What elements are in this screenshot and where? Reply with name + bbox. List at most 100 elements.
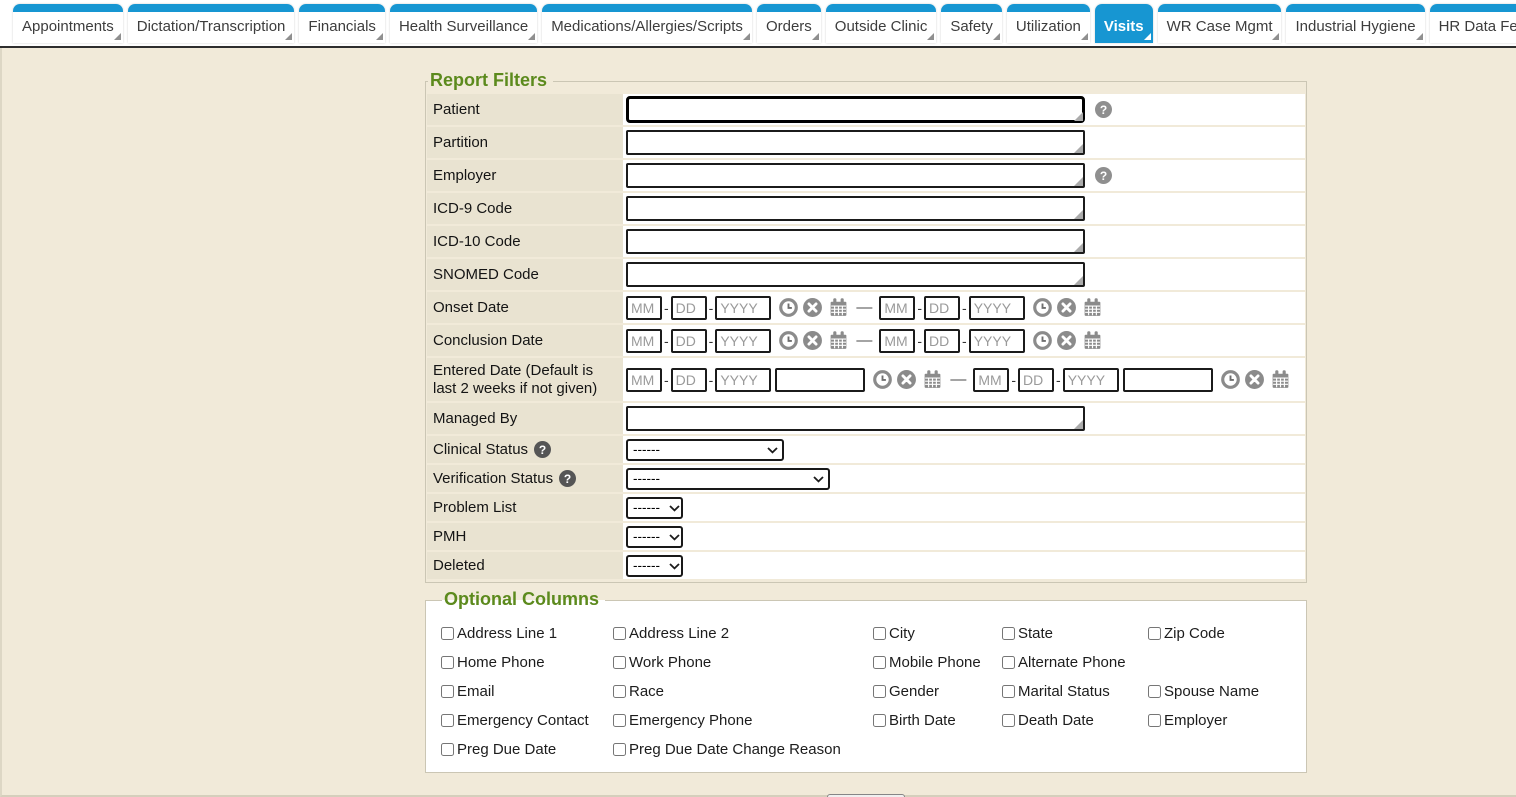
calendar-icon[interactable]	[922, 369, 943, 390]
checkbox-address-line-2[interactable]: Address Line 2	[613, 625, 873, 642]
entered-from-day-input[interactable]	[671, 368, 707, 392]
checkbox-city[interactable]: City	[873, 625, 1002, 642]
checkbox-marital-status[interactable]: Marital Status	[1002, 683, 1148, 700]
checkbox-emergency-phone[interactable]: Emergency Phone	[613, 712, 873, 729]
tab-appointments[interactable]: Appointments	[13, 4, 123, 43]
entered-to-day-input[interactable]	[1018, 368, 1054, 392]
onset-from-day-input[interactable]	[671, 296, 707, 320]
checkbox-input[interactable]	[613, 627, 626, 640]
calendar-icon[interactable]	[1082, 297, 1103, 318]
clear-icon[interactable]	[802, 330, 823, 351]
managed-by-input[interactable]	[626, 406, 1085, 431]
onset-from-month-input[interactable]	[626, 296, 662, 320]
checkbox-input[interactable]	[441, 743, 454, 756]
checkbox-race[interactable]: Race	[613, 683, 873, 700]
pmh-select[interactable]: ------	[626, 526, 683, 548]
entered-from-time-input[interactable]	[775, 368, 865, 392]
icd9-code-input[interactable]	[626, 196, 1085, 221]
checkbox-mobile-phone[interactable]: Mobile Phone	[873, 654, 1002, 671]
clock-icon[interactable]	[778, 297, 799, 318]
problem-list-select[interactable]: ------	[626, 497, 683, 519]
checkbox-preg-due-date[interactable]: Preg Due Date	[441, 741, 613, 758]
checkbox-state[interactable]: State	[1002, 625, 1148, 642]
entered-to-time-input[interactable]	[1123, 368, 1213, 392]
help-icon[interactable]: ?	[534, 441, 551, 458]
clear-icon[interactable]	[896, 369, 917, 390]
checkbox-input[interactable]	[441, 714, 454, 727]
clock-icon[interactable]	[1032, 297, 1053, 318]
checkbox-input[interactable]	[1148, 714, 1161, 727]
clear-icon[interactable]	[1056, 330, 1077, 351]
clear-icon[interactable]	[802, 297, 823, 318]
entered-from-month-input[interactable]	[626, 368, 662, 392]
checkbox-spouse-name[interactable]: Spouse Name	[1148, 683, 1306, 700]
tab-hr-data-feed[interactable]: HR Data Feed	[1430, 4, 1516, 43]
clock-icon[interactable]	[1220, 369, 1241, 390]
conclusion-from-day-input[interactable]	[671, 329, 707, 353]
calendar-icon[interactable]	[828, 330, 849, 351]
clock-icon[interactable]	[872, 369, 893, 390]
checkbox-input[interactable]	[441, 627, 454, 640]
checkbox-input[interactable]	[1148, 685, 1161, 698]
tab-financials[interactable]: Financials	[299, 4, 385, 43]
onset-to-day-input[interactable]	[924, 296, 960, 320]
checkbox-alternate-phone[interactable]: Alternate Phone	[1002, 654, 1148, 671]
checkbox-home-phone[interactable]: Home Phone	[441, 654, 613, 671]
conclusion-to-month-input[interactable]	[879, 329, 915, 353]
checkbox-gender[interactable]: Gender	[873, 683, 1002, 700]
onset-to-month-input[interactable]	[879, 296, 915, 320]
checkbox-preg-due-date-change-reason[interactable]: Preg Due Date Change Reason	[613, 741, 873, 758]
checkbox-input[interactable]	[441, 656, 454, 669]
calendar-icon[interactable]	[1270, 369, 1291, 390]
tab-safety[interactable]: Safety	[941, 4, 1002, 43]
clear-icon[interactable]	[1244, 369, 1265, 390]
help-icon[interactable]: ?	[1095, 101, 1112, 118]
tab-wr-case-mgmt[interactable]: WR Case Mgmt	[1158, 4, 1282, 43]
checkbox-input[interactable]	[873, 656, 886, 669]
tab-visits[interactable]: Visits	[1095, 4, 1153, 43]
checkbox-zip-code[interactable]: Zip Code	[1148, 625, 1306, 642]
entered-to-year-input[interactable]	[1063, 368, 1119, 392]
tab-industrial-hygiene[interactable]: Industrial Hygiene	[1286, 4, 1424, 43]
checkbox-input[interactable]	[1148, 627, 1161, 640]
patient-input[interactable]	[626, 96, 1085, 123]
entered-to-month-input[interactable]	[973, 368, 1009, 392]
checkbox-input[interactable]	[613, 714, 626, 727]
checkbox-input[interactable]	[613, 743, 626, 756]
partition-input[interactable]	[626, 130, 1085, 155]
employer-input[interactable]	[626, 163, 1085, 188]
checkbox-input[interactable]	[873, 714, 886, 727]
tab-dictation-transcription[interactable]: Dictation/Transcription	[128, 4, 295, 43]
tab-health-surveillance[interactable]: Health Surveillance	[390, 4, 537, 43]
checkbox-input[interactable]	[873, 685, 886, 698]
onset-to-year-input[interactable]	[969, 296, 1025, 320]
clock-icon[interactable]	[778, 330, 799, 351]
checkbox-emergency-contact[interactable]: Emergency Contact	[441, 712, 613, 729]
tab-medications-allergies-scripts[interactable]: Medications/Allergies/Scripts	[542, 4, 752, 43]
help-icon[interactable]: ?	[559, 470, 576, 487]
calendar-icon[interactable]	[828, 297, 849, 318]
checkbox-death-date[interactable]: Death Date	[1002, 712, 1148, 729]
tab-orders[interactable]: Orders	[757, 4, 821, 43]
clear-icon[interactable]	[1056, 297, 1077, 318]
verification-status-select[interactable]: ------	[626, 468, 830, 490]
conclusion-to-year-input[interactable]	[969, 329, 1025, 353]
icd10-code-input[interactable]	[626, 229, 1085, 254]
onset-from-year-input[interactable]	[715, 296, 771, 320]
checkbox-input[interactable]	[613, 685, 626, 698]
checkbox-birth-date[interactable]: Birth Date	[873, 712, 1002, 729]
help-icon[interactable]: ?	[1095, 167, 1112, 184]
conclusion-from-year-input[interactable]	[715, 329, 771, 353]
checkbox-input[interactable]	[613, 656, 626, 669]
checkbox-address-line-1[interactable]: Address Line 1	[441, 625, 613, 642]
checkbox-employer[interactable]: Employer	[1148, 712, 1306, 729]
checkbox-input[interactable]	[441, 685, 454, 698]
checkbox-email[interactable]: Email	[441, 683, 613, 700]
clock-icon[interactable]	[1032, 330, 1053, 351]
checkbox-input[interactable]	[1002, 714, 1015, 727]
conclusion-from-month-input[interactable]	[626, 329, 662, 353]
checkbox-input[interactable]	[873, 627, 886, 640]
deleted-select[interactable]: ------	[626, 555, 683, 577]
tab-utilization[interactable]: Utilization	[1007, 4, 1090, 43]
calendar-icon[interactable]	[1082, 330, 1103, 351]
